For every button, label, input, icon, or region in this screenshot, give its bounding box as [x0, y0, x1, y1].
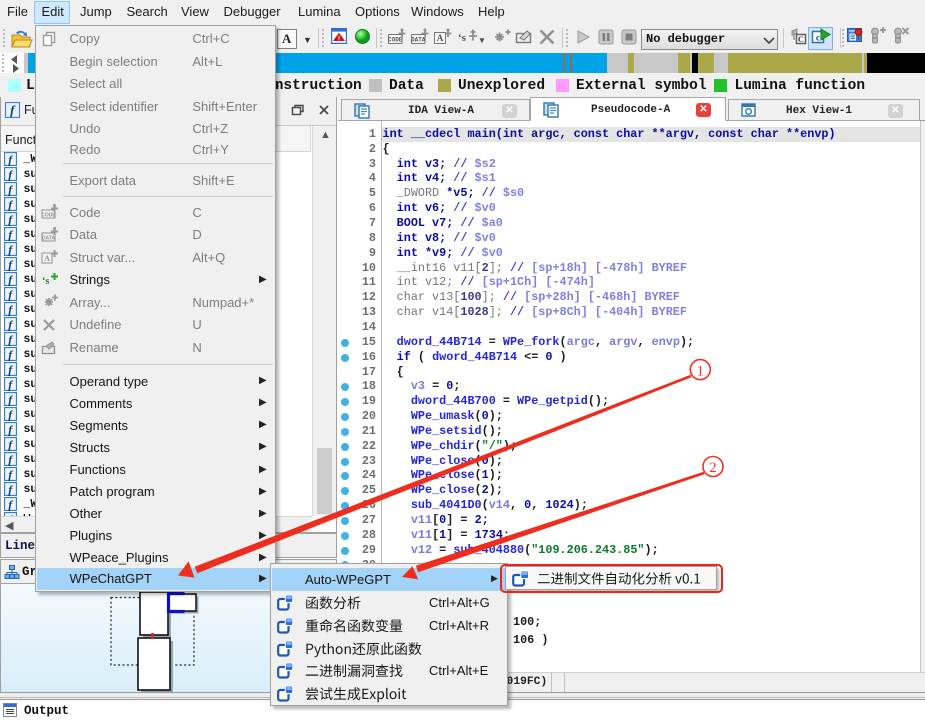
svg-text:DATA: DATA	[411, 37, 426, 44]
svg-text:A: A	[437, 33, 444, 43]
svg-text:C: C	[798, 34, 804, 44]
svg-text:DATA: DATA	[42, 235, 56, 241]
svg-text:‘s: ‘s	[458, 32, 467, 44]
svg-text:‘s: ‘s	[42, 276, 49, 287]
svg-text:CODE: CODE	[388, 37, 403, 44]
svg-text:CODE: CODE	[41, 213, 56, 219]
svg-text:A: A	[44, 254, 50, 263]
svg-text:!: !	[338, 35, 340, 42]
svg-text:c: c	[816, 34, 820, 44]
